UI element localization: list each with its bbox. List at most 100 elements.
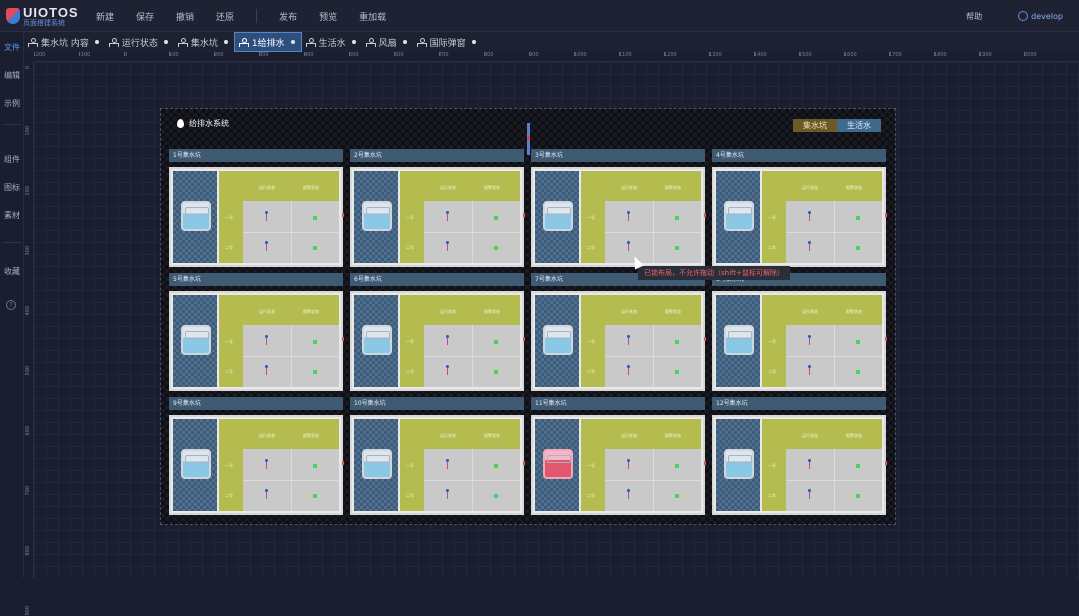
pit-card[interactable]: 12号集水坑 运行状态 报警状态 一号 二号 (712, 397, 887, 515)
menu-redo[interactable]: 还原 (216, 10, 234, 23)
pit-card[interactable]: 5号集水坑 运行状态 报警状态 一号 二号 (169, 273, 344, 391)
sidebar-divider (3, 242, 21, 243)
tab-close-dot[interactable] (402, 40, 407, 44)
water-tank-icon[interactable] (724, 201, 754, 231)
pit-card[interactable]: 9号集水坑 运行状态 报警状态 一号 二号 (169, 397, 344, 515)
pump-icon[interactable] (445, 365, 450, 375)
tab-close-dot[interactable] (223, 40, 228, 44)
row-label-2: 二号 (406, 369, 414, 374)
water-tank-icon[interactable] (362, 201, 392, 231)
pump-icon[interactable] (264, 489, 269, 499)
tab-close-dot[interactable] (163, 40, 168, 44)
pump-icon[interactable] (264, 335, 269, 345)
water-system-panel[interactable]: 给排水系统 集水坑 生活水 1号集水坑 运行状态 报警状态 一号 二号 2号集水坑 运行状态… (160, 108, 896, 525)
pump-icon[interactable] (445, 489, 450, 499)
tab-close-dot[interactable] (290, 40, 295, 44)
switch-pit-button[interactable]: 集水坑 (793, 119, 837, 132)
water-tank-icon[interactable] (181, 201, 211, 231)
tab-water-supply[interactable]: 1给排水 (233, 32, 302, 52)
pump-icon[interactable] (807, 335, 812, 345)
menu-save[interactable]: 保存 (136, 10, 154, 23)
pump-icon[interactable] (807, 365, 812, 375)
pit-card[interactable]: 7号集水坑 运行状态 报警状态 一号 二号 (531, 273, 706, 391)
pump-icon[interactable] (626, 489, 631, 499)
menu-undo[interactable]: 撤销 (176, 10, 194, 23)
pit-card[interactable]: 1号集水坑 运行状态 报警状态 一号 二号 (169, 149, 344, 267)
pump-icon[interactable] (264, 241, 269, 251)
pump-icon[interactable] (626, 241, 631, 251)
pump-icon[interactable] (807, 211, 812, 221)
design-canvas[interactable]: 给排水系统 集水坑 生活水 1号集水坑 运行状态 报警状态 一号 二号 2号集水坑 运行状态… (34, 62, 1079, 578)
pump-icon[interactable] (626, 335, 631, 345)
sidebar-item-favorites[interactable]: 收藏 (0, 266, 24, 277)
tab-run-status[interactable]: 运行状态 (105, 32, 174, 52)
pit-card[interactable]: 10号集水坑 运行状态 报警状态 一号 二号 (350, 397, 525, 515)
row-label-2: 二号 (406, 493, 414, 498)
tab-close-dot[interactable] (471, 40, 476, 44)
pump-icon[interactable] (445, 241, 450, 251)
user-icon (1018, 11, 1029, 21)
pump-icon[interactable] (445, 335, 450, 345)
water-tank-icon[interactable] (543, 449, 573, 479)
pump-icon[interactable] (264, 365, 269, 375)
water-tank-icon[interactable] (362, 449, 392, 479)
help-link[interactable]: 帮助 (966, 11, 982, 22)
sidebar-item-icons[interactable]: 图标 (0, 182, 24, 193)
help-icon[interactable]: ? (6, 300, 16, 310)
pump-icon[interactable] (264, 459, 269, 469)
switch-domestic-button[interactable]: 生活水 (837, 119, 881, 132)
water-tank-icon[interactable] (724, 325, 754, 355)
tab-close-dot[interactable] (351, 40, 356, 44)
pump-icon[interactable] (445, 459, 450, 469)
sidebar-item-edit[interactable]: 编辑 (0, 70, 24, 81)
pit-card[interactable]: 11号集水坑 运行状态 报警状态 一号 二号 (531, 397, 706, 515)
pump-icon[interactable] (626, 211, 631, 221)
pump-icon[interactable] (807, 241, 812, 251)
table-divider (653, 449, 654, 511)
pump-icon[interactable] (445, 211, 450, 221)
selection-marker[interactable] (527, 123, 530, 155)
pump-icon[interactable] (264, 211, 269, 221)
menu-reload[interactable]: 重加载 (359, 10, 386, 23)
tab-close-dot[interactable] (94, 40, 99, 44)
menu-publish[interactable]: 发布 (279, 10, 297, 23)
logo-subtitle: 页面搭建系统 (23, 18, 65, 27)
menu-new[interactable]: 新建 (96, 10, 114, 23)
pit-card[interactable]: 4号集水坑 运行状态 报警状态 一号 二号 (712, 149, 887, 267)
ruler-tick: 300 (25, 246, 31, 256)
tab-fan[interactable]: 风扇 (362, 32, 413, 52)
pump-icon[interactable] (626, 365, 631, 375)
pit-tank-area (535, 419, 579, 511)
tab-intl-popup[interactable]: 国际弹窗 (413, 32, 482, 52)
status-indicator (494, 340, 498, 344)
pit-card[interactable]: 3号集水坑 运行状态 报警状态 一号 二号 (531, 149, 706, 267)
sidebar-item-components[interactable]: 组件 (0, 154, 24, 165)
tab-domestic-water[interactable]: 生活水 (302, 32, 362, 52)
water-tank-icon[interactable] (362, 325, 392, 355)
pit-tank-area (716, 295, 760, 387)
row-label-2: 二号 (768, 493, 776, 498)
water-tank-icon[interactable] (181, 449, 211, 479)
sidebar-item-examples[interactable]: 示例 (0, 98, 24, 109)
sidebar-item-file[interactable]: 文件 (0, 42, 24, 53)
pit-card[interactable]: 2号集水坑 运行状态 报警状态 一号 二号 (350, 149, 525, 267)
row-label-1: 一号 (225, 215, 233, 220)
water-tank-icon[interactable] (724, 449, 754, 479)
tab-pit-content[interactable]: 集水坑 内容 (24, 32, 105, 52)
col-alarm-status: 报警状态 (846, 185, 862, 190)
tab-pit[interactable]: 集水坑 (174, 32, 234, 52)
pit-card[interactable]: 6号集水坑 运行状态 报警状态 一号 二号 (350, 273, 525, 391)
user-menu[interactable]: develop (1018, 11, 1063, 21)
pump-status-table: 运行状态 报警状态 一号 二号 (762, 419, 882, 511)
water-tank-icon[interactable] (181, 325, 211, 355)
pump-icon[interactable] (626, 459, 631, 469)
status-indicator (494, 370, 498, 374)
sidebar-item-assets[interactable]: 素材 (0, 210, 24, 221)
pump-icon[interactable] (807, 459, 812, 469)
pit-card[interactable]: 8号集水坑运行状态报警状态一号二号 (712, 273, 887, 391)
pump-icon[interactable] (807, 489, 812, 499)
water-tank-icon[interactable] (543, 325, 573, 355)
water-tank-icon[interactable] (543, 201, 573, 231)
pit-tank-area (354, 419, 398, 511)
menu-preview[interactable]: 预览 (319, 10, 337, 23)
